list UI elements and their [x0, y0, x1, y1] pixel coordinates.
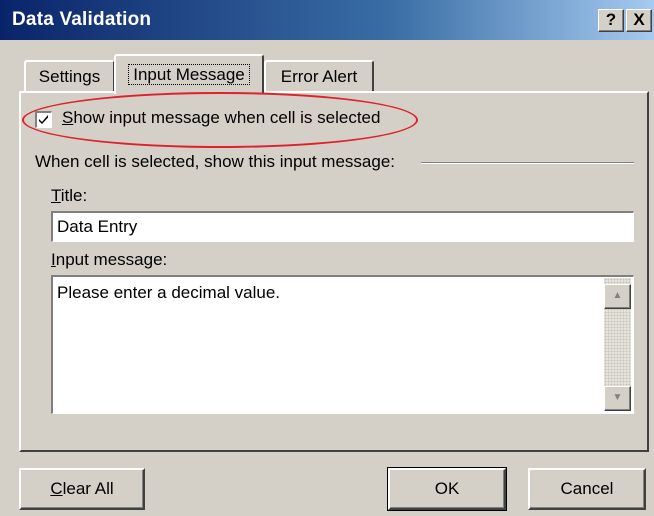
- title-bar: Data Validation ? X: [0, 0, 654, 40]
- tab-settings[interactable]: Settings: [24, 60, 115, 92]
- show-input-message-label[interactable]: Show input message when cell is selected: [62, 108, 380, 128]
- checkbox-label-text: how input message when cell is selected: [73, 108, 381, 127]
- title-field-label: Title:: [51, 186, 87, 206]
- tab-error-alert[interactable]: Error Alert: [264, 60, 374, 92]
- scroll-up-arrow-icon[interactable]: ▲: [604, 284, 631, 309]
- title-input[interactable]: [51, 211, 634, 242]
- close-button[interactable]: X: [626, 9, 652, 32]
- tab-input-message[interactable]: Input Message: [114, 54, 264, 94]
- input-message-textarea[interactable]: Please enter a decimal value.: [51, 275, 634, 414]
- input-message-label: Input message:: [51, 250, 167, 270]
- dialog-title: Data Validation: [12, 9, 152, 30]
- show-input-message-checkbox[interactable]: [35, 111, 52, 128]
- accelerator-key: C: [50, 479, 63, 498]
- help-button[interactable]: ?: [598, 9, 624, 32]
- message-scrollbar[interactable]: ▲ ▼: [604, 278, 631, 411]
- cancel-button[interactable]: Cancel: [528, 468, 646, 510]
- ok-button[interactable]: OK: [387, 467, 507, 511]
- group-label: When cell is selected, show this input m…: [35, 152, 396, 171]
- label-text: nput message:: [55, 250, 168, 269]
- tab-input-message-label: Input Message: [128, 64, 250, 85]
- label-text: itle:: [60, 186, 88, 205]
- checkmark-icon: [39, 115, 48, 124]
- scroll-down-arrow-icon[interactable]: ▼: [604, 386, 631, 411]
- button-label: lear All: [62, 479, 114, 498]
- clear-all-button[interactable]: Clear All: [19, 468, 145, 510]
- group-divider: [421, 162, 634, 164]
- accelerator-key: S: [62, 108, 74, 127]
- data-validation-dialog: Data Validation ? X Settings Input Messa…: [0, 0, 654, 516]
- accelerator-key: T: [51, 186, 61, 205]
